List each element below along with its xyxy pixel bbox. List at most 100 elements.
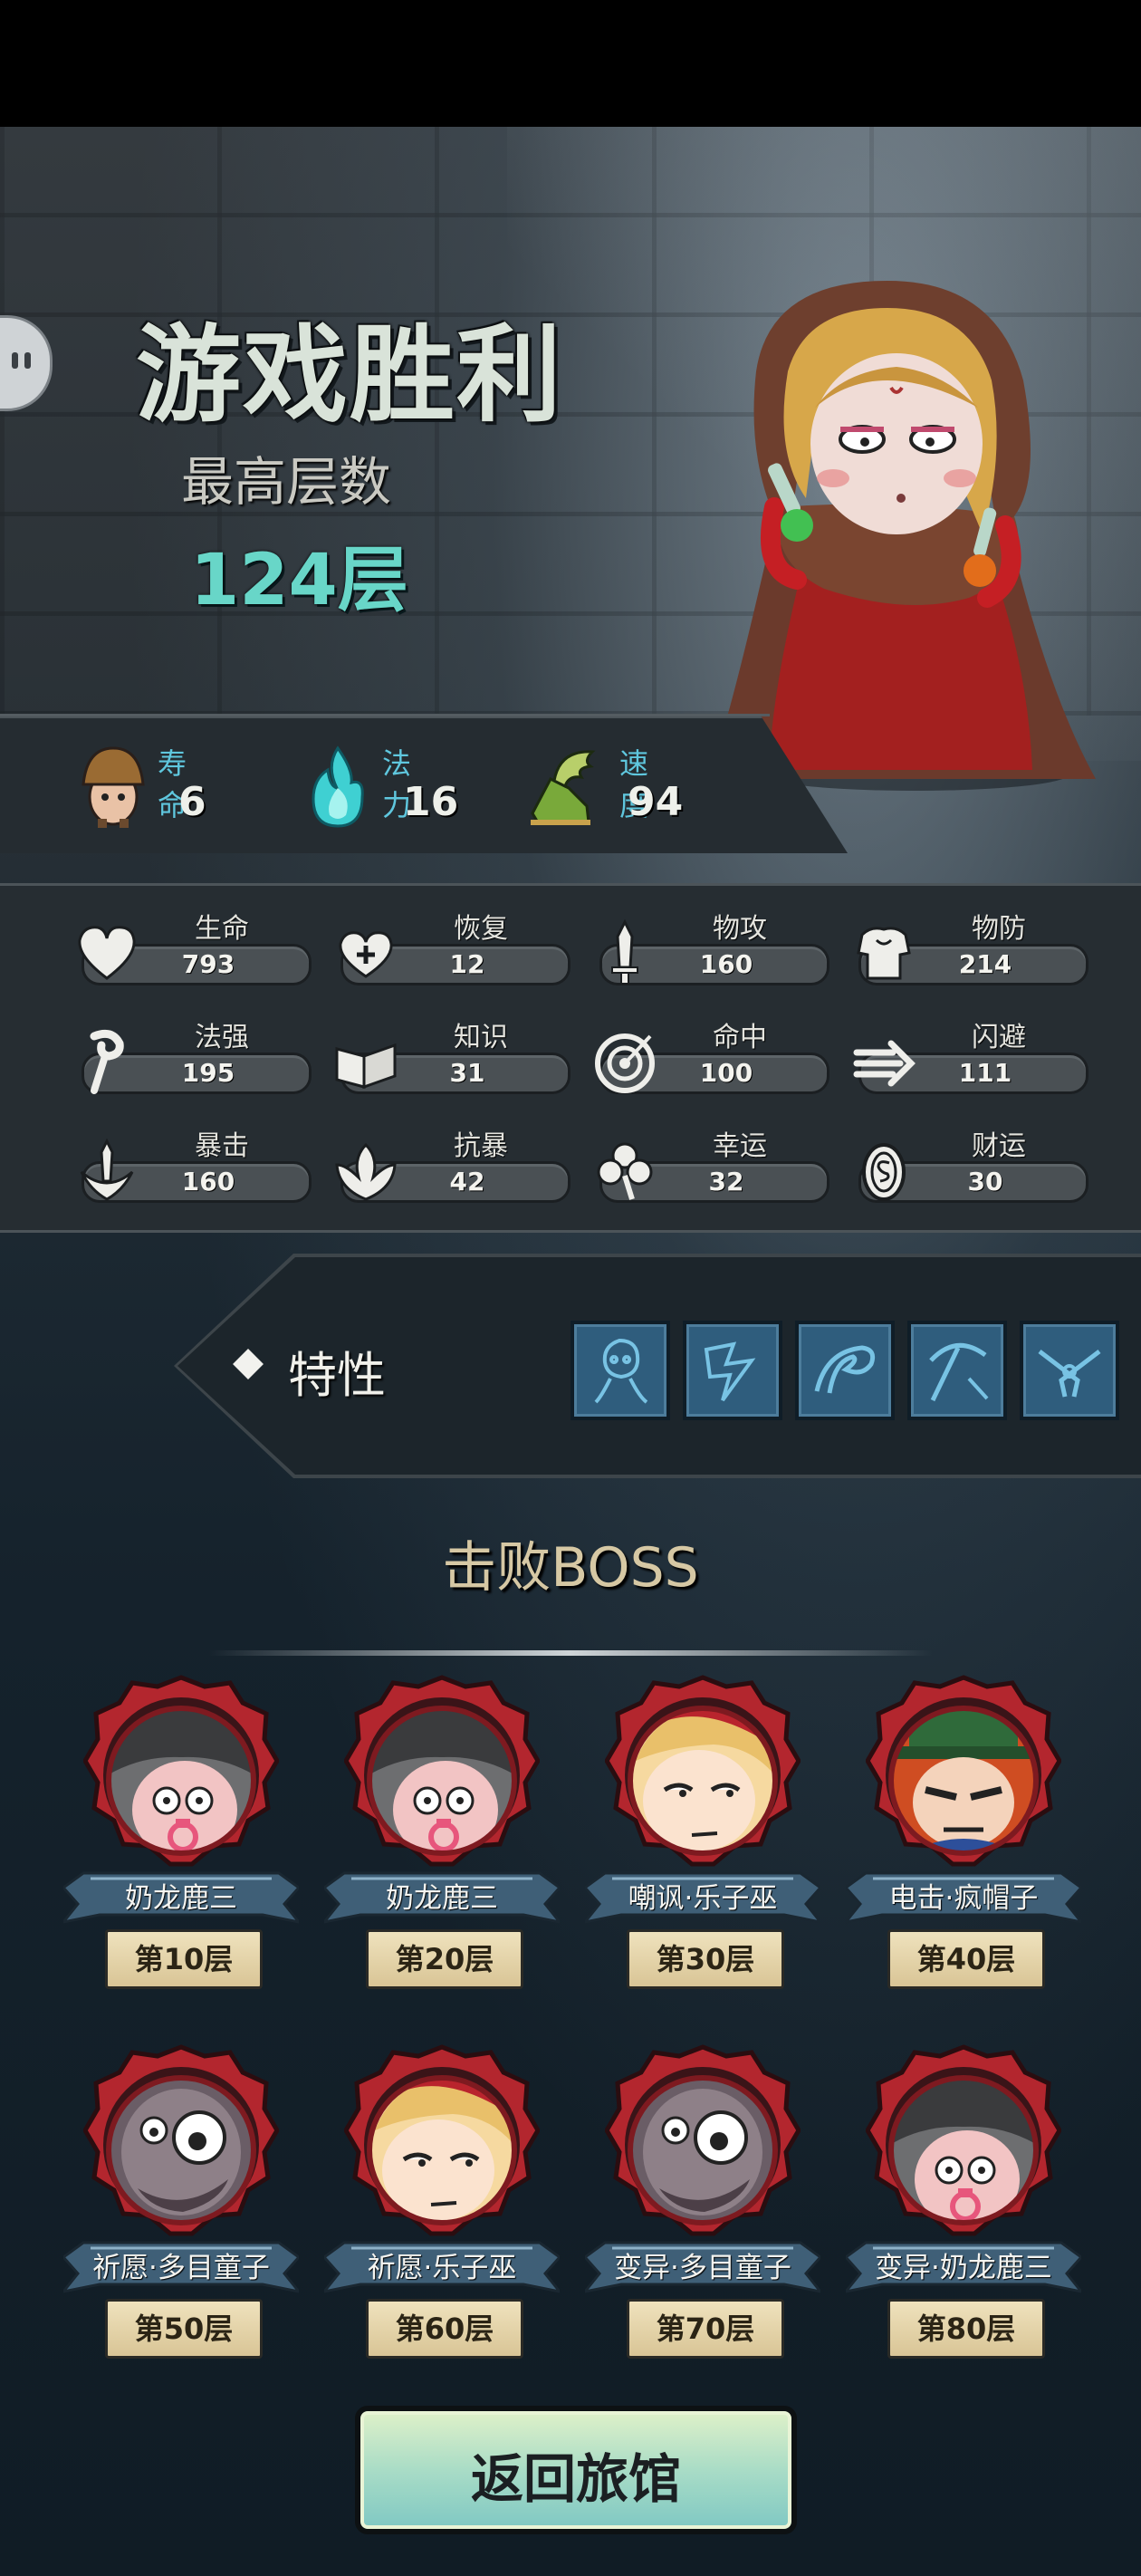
- stat-crit: 暴击 160: [72, 1123, 312, 1214]
- dual-pistol-trait-icon[interactable]: [1020, 1321, 1119, 1420]
- stat-mpow: 法强 195: [72, 1014, 312, 1105]
- stat-value: 42: [449, 1167, 485, 1197]
- heal-heart-icon: [339, 931, 393, 978]
- boss-card[interactable]: 嘲讽·乐子巫 第30层: [585, 1674, 820, 2027]
- stat-value: 111: [958, 1058, 1012, 1088]
- boss-card[interactable]: 奶龙鹿三第20层: [324, 1674, 560, 2027]
- stat-wealth: 财运 30: [849, 1123, 1088, 1214]
- stat-label: 暴击: [195, 1130, 249, 1162]
- boss-name: 变异·多目童子: [614, 2252, 791, 2284]
- boss-name: 奶龙鹿三: [386, 1882, 498, 1915]
- boss-card[interactable]: 祈愿·乐子巫 第60层: [324, 2043, 560, 2397]
- stat-label: 命中: [713, 1022, 767, 1053]
- boss-floor: 第70层: [656, 2312, 755, 2346]
- boss-medal-frame: [605, 2044, 801, 2236]
- max-floor-label: 最高层数: [181, 451, 392, 513]
- stat-value: 214: [958, 949, 1012, 979]
- winged-boot-icon: [531, 750, 596, 825]
- stat-label: 物防: [972, 913, 1026, 945]
- boss-medal-frame: [866, 2044, 1061, 2236]
- band-divider: [0, 714, 770, 716]
- boss-section-title: 击败BOSS: [442, 1536, 699, 1600]
- traits-label: 特性: [288, 1347, 386, 1404]
- stat-hp: 生命 793: [72, 906, 312, 996]
- pickaxe-trait-icon[interactable]: [907, 1321, 1007, 1420]
- boss-medal-frame: [83, 1675, 279, 1867]
- boss-card[interactable]: 电击·疯帽子 第40层: [846, 1674, 1081, 2027]
- stat-label: 财运: [972, 1130, 1026, 1162]
- stat-value: 12: [449, 949, 485, 979]
- game-victory-screen: 游戏胜利 最高层数 124层 寿命 6 法力 16 速度 94 生命 793 恢…: [0, 0, 1141, 2576]
- stat-luck: 幸运 32: [590, 1123, 829, 1214]
- stat-value: 32: [708, 1167, 744, 1197]
- stat-label: 生命: [195, 913, 249, 945]
- blue-flame-icon: [312, 745, 364, 828]
- return-to-inn-label: 返回旅馆: [470, 2448, 681, 2510]
- boss-card[interactable]: 变异·多目童子 第70层: [585, 2043, 820, 2397]
- stat-label: 恢复: [454, 913, 508, 945]
- stat-value: 31: [449, 1058, 485, 1088]
- boss-floor: 第10层: [134, 1942, 234, 1976]
- boss-name: 变异·奶龙鹿三: [875, 2252, 1052, 2284]
- armor-icon: [857, 927, 911, 980]
- boss-name: 电击·疯帽子: [888, 1882, 1039, 1915]
- mushroom-head-icon: [82, 746, 145, 828]
- swirl-trait-icon[interactable]: [795, 1321, 895, 1420]
- boss-floor: 第50层: [134, 2312, 234, 2346]
- lightning-trait-icon[interactable]: [683, 1321, 782, 1420]
- boss-name: 祈愿·乐子巫: [367, 2252, 517, 2284]
- boss-name: 祈愿·多目童子: [92, 2252, 270, 2284]
- boss-divider: [208, 1650, 933, 1656]
- stat-label: 闪避: [972, 1022, 1026, 1053]
- book-icon: [335, 1043, 397, 1090]
- boss-card[interactable]: 祈愿·多目童子 第50层: [63, 2043, 299, 2397]
- stat-dodge: 闪避 111: [849, 1014, 1088, 1105]
- coin-icon: [862, 1143, 906, 1201]
- stat-hit: 命中 100: [590, 1014, 829, 1105]
- speed-value: 94: [628, 779, 684, 825]
- boss-medal-frame: [344, 1675, 540, 1867]
- stat-value: 793: [181, 949, 235, 979]
- boss-card[interactable]: 变异·奶龙鹿三 第80层: [846, 2043, 1081, 2397]
- boss-medal-frame: [605, 1675, 801, 1867]
- stat-value: 160: [699, 949, 753, 979]
- boss-medal-frame: [866, 1675, 1061, 1867]
- stat-knowledge: 知识 31: [331, 1014, 570, 1105]
- stat-crit-resist: 抗暴 42: [331, 1123, 570, 1214]
- boss-medal-frame: [83, 2044, 279, 2236]
- crit-sword-icon: [80, 1138, 134, 1201]
- stat-value: 30: [967, 1167, 1003, 1197]
- lifespan-value: 6: [178, 779, 206, 825]
- shield-flower-icon: [335, 1142, 397, 1201]
- boss-floor: 第60层: [395, 2312, 494, 2346]
- stat-label: 法强: [195, 1022, 249, 1053]
- max-floor-value: 124层: [190, 540, 408, 621]
- boss-name: 嘲讽·乐子巫: [628, 1882, 778, 1915]
- boss-medal-frame: [344, 2044, 540, 2236]
- status-bar: [0, 0, 1141, 127]
- target-icon: [595, 1033, 655, 1093]
- stat-value: 160: [181, 1167, 235, 1197]
- stat-patk: 物攻 160: [590, 906, 829, 996]
- sword-icon: [611, 918, 638, 985]
- mana-value: 16: [403, 779, 459, 825]
- boss-card[interactable]: 奶龙鹿三第10层: [63, 1674, 299, 2027]
- staff-icon: [90, 1029, 124, 1094]
- page-title: 游戏胜利: [136, 314, 563, 437]
- stat-label: 抗暴: [454, 1130, 508, 1162]
- dash-arrow-icon: [853, 1040, 916, 1087]
- spirit-trait-icon[interactable]: [570, 1321, 670, 1420]
- boss-floor: 第80层: [916, 2312, 1016, 2346]
- heart-icon: [78, 926, 136, 980]
- stat-label: 物攻: [713, 913, 767, 945]
- stat-regen: 恢复 12: [331, 906, 570, 996]
- stat-label: 幸运: [713, 1130, 767, 1162]
- stat-label: 知识: [454, 1022, 508, 1053]
- clover-icon: [597, 1142, 653, 1200]
- boss-name: 奶龙鹿三: [125, 1882, 237, 1915]
- stat-pdef: 物防 214: [849, 906, 1088, 996]
- stat-value: 100: [699, 1058, 753, 1088]
- stat-value: 195: [181, 1058, 235, 1088]
- boss-floor: 第40层: [916, 1942, 1016, 1976]
- boss-floor: 第20层: [395, 1942, 494, 1976]
